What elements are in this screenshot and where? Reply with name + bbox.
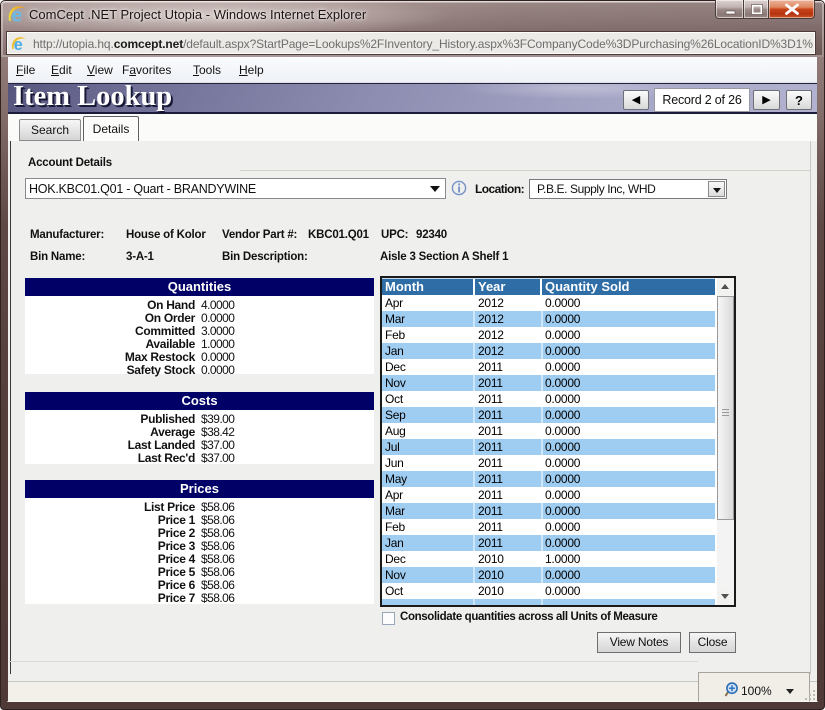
svg-text:e: e (12, 6, 23, 24)
svg-text:e: e (14, 36, 23, 52)
